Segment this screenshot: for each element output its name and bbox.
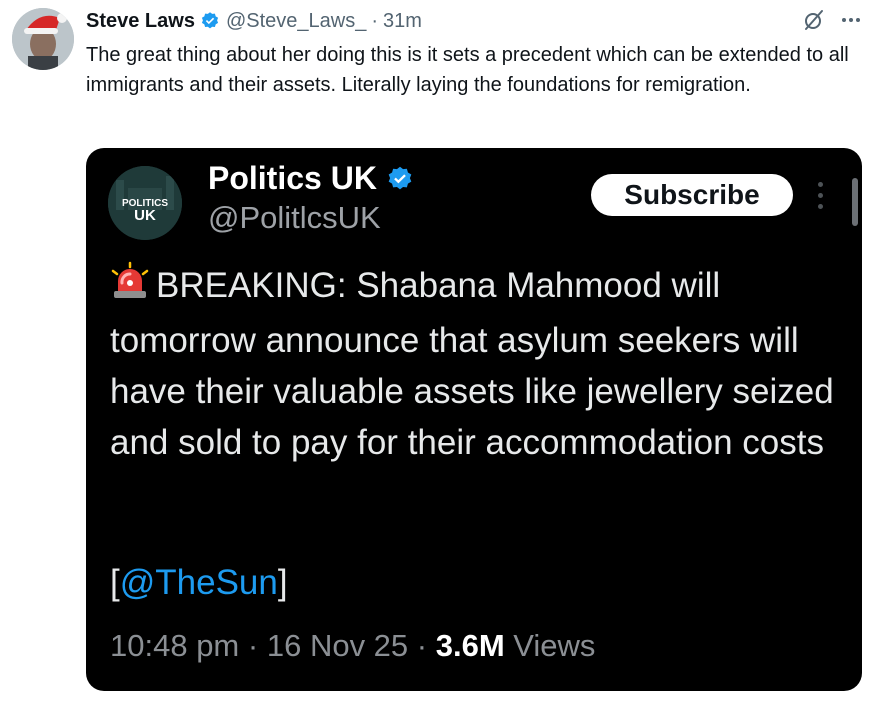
embedded-body-text: BREAKING: Shabana Mahmood will tomorrow …	[110, 266, 834, 462]
meta-separator: ·	[247, 628, 259, 663]
source-attribution: [@TheSun]	[110, 563, 288, 603]
verified-badge-icon	[386, 165, 414, 193]
separator-dot: ·	[371, 9, 379, 32]
avatar-image	[12, 8, 74, 70]
embedded-date[interactable]: 16 Nov 25	[267, 628, 408, 663]
grok-icon[interactable]	[802, 8, 826, 37]
subscribe-button[interactable]: Subscribe	[591, 174, 793, 216]
tweet-text: The great thing about her doing this is …	[86, 44, 849, 96]
embedded-post-meta: 10:48 pm · 16 Nov 25 · 3.6M Views	[110, 628, 595, 664]
embedded-post-body: BREAKING: Shabana Mahmood will tomorrow …	[110, 260, 845, 468]
tweet-header: Steve Laws @Steve_Laws_ · 31m	[86, 8, 422, 34]
source-mention-link[interactable]: @TheSun	[120, 563, 278, 602]
source-bracket-close: ]	[277, 563, 288, 602]
politics-uk-avatar[interactable]: POLITICS UK	[108, 166, 182, 240]
verified-badge-icon	[200, 11, 220, 31]
views-count: 3.6M	[435, 628, 505, 663]
scrollbar-thumb[interactable]	[852, 178, 858, 226]
logo-text-bottom: UK	[134, 207, 156, 224]
author-avatar[interactable]	[12, 8, 74, 70]
siren-emoji-icon	[110, 261, 150, 315]
politics-uk-logo: POLITICS UK	[108, 166, 182, 240]
more-vertical-icon[interactable]	[818, 182, 823, 209]
embedded-time[interactable]: 10:48 pm	[110, 628, 239, 663]
tweet-top-actions	[802, 8, 862, 37]
more-horizontal-icon[interactable]	[840, 9, 862, 36]
politics-uk-handle[interactable]: @PolitlcsUK	[208, 200, 381, 236]
embedded-post[interactable]: POLITICS UK Politics UK @PolitlcsUK Subs…	[86, 148, 862, 691]
politics-uk-name[interactable]: Politics UK	[208, 160, 377, 197]
author-handle[interactable]: @Steve_Laws_	[226, 10, 366, 33]
tweet-time[interactable]: 31m	[383, 10, 422, 33]
views-label: Views	[513, 628, 596, 663]
meta-separator: ·	[416, 628, 428, 663]
author-name[interactable]: Steve Laws	[86, 10, 195, 33]
source-bracket-open: [	[110, 563, 120, 602]
politics-uk-name-row: Politics UK	[208, 160, 414, 197]
